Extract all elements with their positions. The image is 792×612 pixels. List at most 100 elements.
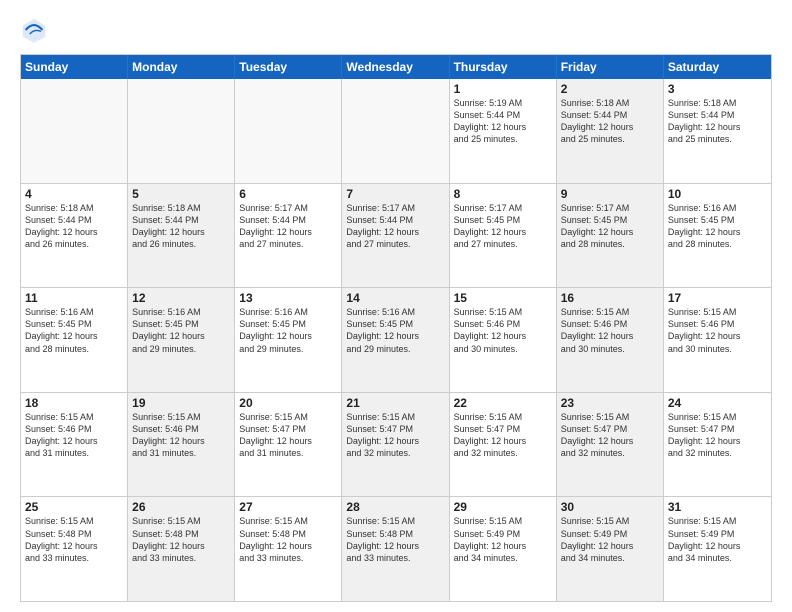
cal-cell-23: 23Sunrise: 5:15 AM Sunset: 5:47 PM Dayli… [557,393,664,497]
cell-info: Sunrise: 5:17 AM Sunset: 5:45 PM Dayligh… [561,202,659,251]
cal-cell-22: 22Sunrise: 5:15 AM Sunset: 5:47 PM Dayli… [450,393,557,497]
day-number: 9 [561,187,659,201]
cal-cell-11: 11Sunrise: 5:16 AM Sunset: 5:45 PM Dayli… [21,288,128,392]
cal-cell-31: 31Sunrise: 5:15 AM Sunset: 5:49 PM Dayli… [664,497,771,601]
cal-cell-10: 10Sunrise: 5:16 AM Sunset: 5:45 PM Dayli… [664,184,771,288]
day-number: 27 [239,500,337,514]
day-number: 6 [239,187,337,201]
day-number: 15 [454,291,552,305]
weekday-header-thursday: Thursday [450,55,557,79]
cell-info: Sunrise: 5:18 AM Sunset: 5:44 PM Dayligh… [25,202,123,251]
day-number: 8 [454,187,552,201]
weekday-header-saturday: Saturday [664,55,771,79]
cal-cell-8: 8Sunrise: 5:17 AM Sunset: 5:45 PM Daylig… [450,184,557,288]
day-number: 17 [668,291,767,305]
cal-cell-9: 9Sunrise: 5:17 AM Sunset: 5:45 PM Daylig… [557,184,664,288]
calendar-row-0: 1Sunrise: 5:19 AM Sunset: 5:44 PM Daylig… [21,79,771,184]
cal-cell-5: 5Sunrise: 5:18 AM Sunset: 5:44 PM Daylig… [128,184,235,288]
cal-cell-19: 19Sunrise: 5:15 AM Sunset: 5:46 PM Dayli… [128,393,235,497]
cell-info: Sunrise: 5:15 AM Sunset: 5:48 PM Dayligh… [132,515,230,564]
header [20,16,772,44]
cal-cell-13: 13Sunrise: 5:16 AM Sunset: 5:45 PM Dayli… [235,288,342,392]
cal-cell-15: 15Sunrise: 5:15 AM Sunset: 5:46 PM Dayli… [450,288,557,392]
cal-cell-12: 12Sunrise: 5:16 AM Sunset: 5:45 PM Dayli… [128,288,235,392]
weekday-header-friday: Friday [557,55,664,79]
cell-info: Sunrise: 5:15 AM Sunset: 5:49 PM Dayligh… [561,515,659,564]
cal-cell-17: 17Sunrise: 5:15 AM Sunset: 5:46 PM Dayli… [664,288,771,392]
day-number: 30 [561,500,659,514]
day-number: 21 [346,396,444,410]
cell-info: Sunrise: 5:17 AM Sunset: 5:45 PM Dayligh… [454,202,552,251]
cal-cell-empty-0-2 [235,79,342,183]
day-number: 25 [25,500,123,514]
day-number: 5 [132,187,230,201]
day-number: 11 [25,291,123,305]
cell-info: Sunrise: 5:15 AM Sunset: 5:46 PM Dayligh… [132,411,230,460]
cal-cell-empty-0-3 [342,79,449,183]
cal-cell-26: 26Sunrise: 5:15 AM Sunset: 5:48 PM Dayli… [128,497,235,601]
cell-info: Sunrise: 5:16 AM Sunset: 5:45 PM Dayligh… [239,306,337,355]
cell-info: Sunrise: 5:15 AM Sunset: 5:46 PM Dayligh… [668,306,767,355]
cell-info: Sunrise: 5:15 AM Sunset: 5:46 PM Dayligh… [25,411,123,460]
cell-info: Sunrise: 5:15 AM Sunset: 5:46 PM Dayligh… [454,306,552,355]
day-number: 2 [561,82,659,96]
cell-info: Sunrise: 5:15 AM Sunset: 5:46 PM Dayligh… [561,306,659,355]
day-number: 26 [132,500,230,514]
calendar-body: 1Sunrise: 5:19 AM Sunset: 5:44 PM Daylig… [21,79,771,601]
cell-info: Sunrise: 5:19 AM Sunset: 5:44 PM Dayligh… [454,97,552,146]
page: SundayMondayTuesdayWednesdayThursdayFrid… [0,0,792,612]
cal-cell-20: 20Sunrise: 5:15 AM Sunset: 5:47 PM Dayli… [235,393,342,497]
cal-cell-empty-0-1 [128,79,235,183]
cell-info: Sunrise: 5:16 AM Sunset: 5:45 PM Dayligh… [132,306,230,355]
cell-info: Sunrise: 5:15 AM Sunset: 5:47 PM Dayligh… [668,411,767,460]
cell-info: Sunrise: 5:15 AM Sunset: 5:48 PM Dayligh… [346,515,444,564]
calendar-row-4: 25Sunrise: 5:15 AM Sunset: 5:48 PM Dayli… [21,497,771,601]
day-number: 20 [239,396,337,410]
cal-cell-27: 27Sunrise: 5:15 AM Sunset: 5:48 PM Dayli… [235,497,342,601]
cell-info: Sunrise: 5:15 AM Sunset: 5:47 PM Dayligh… [346,411,444,460]
weekday-header-sunday: Sunday [21,55,128,79]
cell-info: Sunrise: 5:18 AM Sunset: 5:44 PM Dayligh… [561,97,659,146]
day-number: 7 [346,187,444,201]
day-number: 31 [668,500,767,514]
cell-info: Sunrise: 5:15 AM Sunset: 5:49 PM Dayligh… [454,515,552,564]
cell-info: Sunrise: 5:15 AM Sunset: 5:48 PM Dayligh… [25,515,123,564]
day-number: 3 [668,82,767,96]
cal-cell-14: 14Sunrise: 5:16 AM Sunset: 5:45 PM Dayli… [342,288,449,392]
cell-info: Sunrise: 5:18 AM Sunset: 5:44 PM Dayligh… [132,202,230,251]
cell-info: Sunrise: 5:15 AM Sunset: 5:47 PM Dayligh… [454,411,552,460]
cal-cell-1: 1Sunrise: 5:19 AM Sunset: 5:44 PM Daylig… [450,79,557,183]
day-number: 10 [668,187,767,201]
cal-cell-4: 4Sunrise: 5:18 AM Sunset: 5:44 PM Daylig… [21,184,128,288]
cal-cell-16: 16Sunrise: 5:15 AM Sunset: 5:46 PM Dayli… [557,288,664,392]
day-number: 1 [454,82,552,96]
day-number: 4 [25,187,123,201]
cal-cell-empty-0-0 [21,79,128,183]
day-number: 19 [132,396,230,410]
cell-info: Sunrise: 5:16 AM Sunset: 5:45 PM Dayligh… [668,202,767,251]
cal-cell-6: 6Sunrise: 5:17 AM Sunset: 5:44 PM Daylig… [235,184,342,288]
calendar-row-3: 18Sunrise: 5:15 AM Sunset: 5:46 PM Dayli… [21,393,771,498]
day-number: 12 [132,291,230,305]
day-number: 29 [454,500,552,514]
day-number: 14 [346,291,444,305]
weekday-header-tuesday: Tuesday [235,55,342,79]
weekday-header-wednesday: Wednesday [342,55,449,79]
cell-info: Sunrise: 5:18 AM Sunset: 5:44 PM Dayligh… [668,97,767,146]
cal-cell-3: 3Sunrise: 5:18 AM Sunset: 5:44 PM Daylig… [664,79,771,183]
day-number: 16 [561,291,659,305]
logo-icon [20,16,48,44]
day-number: 18 [25,396,123,410]
cell-info: Sunrise: 5:15 AM Sunset: 5:49 PM Dayligh… [668,515,767,564]
calendar-row-2: 11 Sunrise: 5:16 AM Sunset: 5:45 PM Dayli… [21,288,771,393]
calendar-header: SundayMondayTuesdayWednesdayThursdayFrid… [21,55,771,79]
cal-cell-7: 7Sunrise: 5:17 AM Sunset: 5:44 PM Daylig… [342,184,449,288]
cal-cell-28: 28Sunrise: 5:15 AM Sunset: 5:48 PM Dayli… [342,497,449,601]
cell-info: Sunrise: 5:15 AM Sunset: 5:47 PM Dayligh… [561,411,659,460]
cal-cell-30: 30Sunrise: 5:15 AM Sunset: 5:49 PM Dayli… [557,497,664,601]
logo [20,16,52,44]
cal-cell-29: 29Sunrise: 5:15 AM Sunset: 5:49 PM Dayli… [450,497,557,601]
day-number: 28 [346,500,444,514]
cal-cell-2: 2Sunrise: 5:18 AM Sunset: 5:44 PM Daylig… [557,79,664,183]
cal-cell-25: 25Sunrise: 5:15 AM Sunset: 5:48 PM Dayli… [21,497,128,601]
